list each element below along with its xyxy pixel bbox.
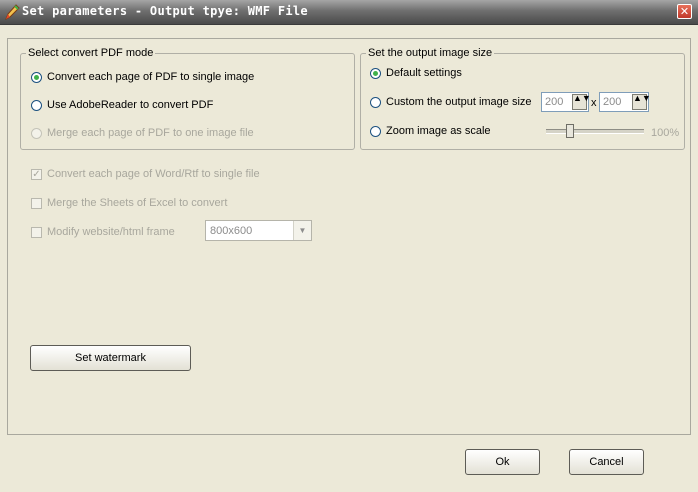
frame-size-select: 800x600 ▼ <box>205 220 312 241</box>
radio-button <box>31 127 42 139</box>
radio-pdf-single-image[interactable]: Convert each page of PDF to single image <box>31 71 254 83</box>
checkbox-word-single-file: ✓ Convert each page of Word/Rtf to singl… <box>31 168 260 180</box>
radio-label: Default settings <box>386 67 462 79</box>
pdf-mode-group-title: Select convert PDF mode <box>26 47 156 59</box>
radio-button[interactable] <box>370 125 381 137</box>
image-size-group: Set the output image size Default settin… <box>360 47 685 150</box>
ok-button[interactable]: Ok <box>465 449 540 475</box>
height-value: 200 <box>603 96 622 108</box>
width-value: 200 <box>545 96 564 108</box>
radio-button[interactable] <box>370 96 381 108</box>
checkbox-label: Convert each page of Word/Rtf to single … <box>47 168 260 180</box>
frame-size-value: 800x600 <box>210 224 253 237</box>
zoom-value: 100% <box>651 127 680 139</box>
radio-label: Zoom image as scale <box>386 125 491 137</box>
spin-arrows-icon[interactable]: ▲▼ <box>632 94 651 110</box>
check-icon: ✓ <box>31 168 42 180</box>
spin-arrows-icon[interactable]: ▲▼ <box>572 94 591 110</box>
checkbox-label: Merge the Sheets of Excel to convert <box>47 197 228 209</box>
radio-merge-pages: Merge each page of PDF to one image file <box>31 127 254 139</box>
radio-label: Custom the output image size <box>386 96 532 108</box>
radio-default-settings[interactable]: Default settings <box>370 67 462 79</box>
chevron-down-icon: ▼ <box>293 221 311 240</box>
pencil-icon <box>5 4 20 21</box>
pdf-mode-group: Select convert PDF mode Convert each pag… <box>20 47 355 150</box>
radio-adobe-reader[interactable]: Use AdobeReader to convert PDF <box>31 99 213 111</box>
zoom-slider-thumb[interactable] <box>565 124 574 138</box>
radio-button[interactable] <box>31 71 42 83</box>
zoom-slider-track[interactable] <box>546 129 644 134</box>
checkbox-website-frame: Modify website/html frame <box>31 226 175 238</box>
size-separator: x <box>591 97 597 109</box>
radio-button[interactable] <box>31 99 42 111</box>
radio-label: Merge each page of PDF to one image file <box>47 127 254 139</box>
checkbox-merge-excel: Merge the Sheets of Excel to convert <box>31 197 227 209</box>
close-button[interactable]: ✕ <box>677 4 692 19</box>
radio-zoom-scale[interactable]: Zoom image as scale <box>370 125 491 137</box>
cancel-button[interactable]: Cancel <box>569 449 644 475</box>
checkbox-box <box>31 226 42 238</box>
radio-label: Use AdobeReader to convert PDF <box>47 99 214 111</box>
image-size-group-title: Set the output image size <box>366 47 495 59</box>
window-title: Set parameters - Output tpye: WMF File <box>22 4 308 18</box>
checkbox-label: Modify website/html frame <box>47 226 175 238</box>
height-spinbox[interactable]: 200 ▲▼ <box>599 92 651 112</box>
radio-custom-size[interactable]: Custom the output image size <box>370 96 532 108</box>
radio-label: Convert each page of PDF to single image <box>47 71 255 83</box>
width-spinbox[interactable]: 200 ▲▼ <box>541 92 591 112</box>
radio-button[interactable] <box>370 67 381 79</box>
set-watermark-button[interactable]: Set watermark <box>30 345 191 371</box>
checkbox-box <box>31 197 42 209</box>
title-bar[interactable]: Set parameters - Output tpye: WMF File ✕ <box>0 0 698 25</box>
